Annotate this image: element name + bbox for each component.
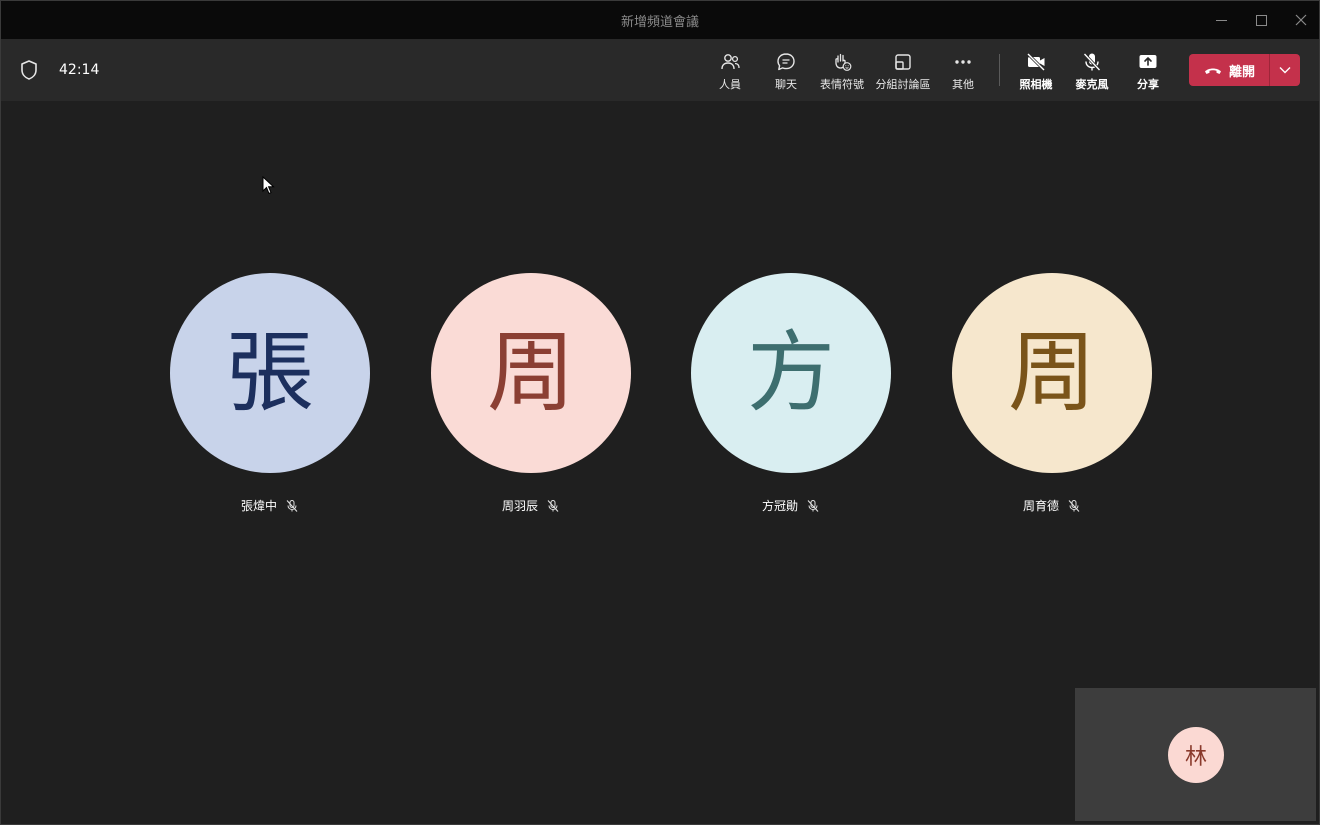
camera-label: 照相機 <box>1019 78 1053 91</box>
participant-tile[interactable]: 方 方冠勛 <box>691 273 891 513</box>
people-icon <box>721 54 740 70</box>
participant-tile[interactable]: 張 張煒中 <box>170 273 370 513</box>
participant-name: 周育德 <box>1022 499 1059 513</box>
participant-name-row: 張煒中 <box>170 497 370 514</box>
participant-tile[interactable]: 周 周羽辰 <box>431 273 631 513</box>
hang-up-icon <box>1204 68 1221 74</box>
shield-icon[interactable] <box>18 59 40 81</box>
avatar: 周 <box>431 273 631 473</box>
participant-tile[interactable]: 周 周育德 <box>952 273 1152 513</box>
participant-name: 方冠勛 <box>761 499 798 513</box>
close-icon <box>1295 14 1307 26</box>
breakout-rooms-button[interactable]: 分組討論區 <box>873 51 933 95</box>
avatar: 周 <box>952 273 1152 473</box>
participant-name: 周羽辰 <box>501 499 538 513</box>
meeting-header: 42:14 人員 聊天 表情符號 分組討論區 其他 照相機 麥克風 分享 離開 <box>1 39 1319 101</box>
breakout-rooms-icon <box>895 54 911 70</box>
close-window-button[interactable] <box>1291 10 1311 30</box>
people-button[interactable]: 人員 <box>700 51 760 95</box>
chevron-down-icon <box>1279 67 1291 74</box>
minimize-button[interactable] <box>1211 10 1231 30</box>
mouse-cursor-icon <box>262 176 275 195</box>
camera-off-icon <box>1026 52 1046 72</box>
breakout-rooms-label: 分組討論區 <box>875 78 931 91</box>
chat-icon <box>777 53 795 71</box>
toolbar-divider <box>999 54 1000 86</box>
chat-label: 聊天 <box>775 78 797 91</box>
leave-label: 離開 <box>1228 64 1255 80</box>
teams-meeting-window: 新增頻道會議 42:14 人員 聊天 表情符號 分組討論區 其他 照相機 麥克風… <box>0 0 1320 825</box>
reactions-label: 表情符號 <box>820 78 864 91</box>
share-label: 分享 <box>1137 78 1159 91</box>
meeting-timer: 42:14 <box>59 62 100 78</box>
participant-name-row: 方冠勛 <box>691 497 891 514</box>
window-title: 新增頻道會議 <box>620 15 699 30</box>
more-button[interactable]: 其他 <box>933 51 993 95</box>
camera-button[interactable]: 照相機 <box>1006 51 1066 95</box>
mic-muted-icon <box>547 499 559 512</box>
mic-muted-icon <box>807 499 819 512</box>
share-icon <box>1139 55 1157 68</box>
minimize-icon <box>1215 19 1227 21</box>
mic-off-icon <box>1083 52 1101 72</box>
microphone-button[interactable]: 麥克風 <box>1062 51 1122 95</box>
people-label: 人員 <box>719 78 741 91</box>
participant-name: 張煒中 <box>240 499 277 513</box>
more-icon <box>955 60 971 64</box>
self-preview[interactable]: 林 <box>1075 688 1316 821</box>
maximize-icon <box>1255 14 1267 26</box>
chat-button[interactable]: 聊天 <box>756 51 816 95</box>
share-button[interactable]: 分享 <box>1118 51 1178 95</box>
leave-button-group: 離開 <box>1189 54 1300 86</box>
mic-muted-icon <box>286 499 298 512</box>
avatar: 方 <box>691 273 891 473</box>
maximize-button[interactable] <box>1251 10 1271 30</box>
leave-options-dropdown[interactable] <box>1270 54 1300 86</box>
participant-name-row: 周育德 <box>952 497 1152 514</box>
self-avatar: 林 <box>1168 727 1224 783</box>
avatar: 張 <box>170 273 370 473</box>
leave-button[interactable]: 離開 <box>1189 54 1269 86</box>
reactions-button[interactable]: 表情符號 <box>812 51 872 95</box>
mic-muted-icon <box>1068 499 1080 512</box>
more-label: 其他 <box>952 78 974 91</box>
participant-name-row: 周羽辰 <box>431 497 631 514</box>
raise-hand-icon <box>835 53 852 71</box>
title-bar: 新增頻道會議 <box>1 1 1319 39</box>
microphone-label: 麥克風 <box>1075 78 1109 91</box>
